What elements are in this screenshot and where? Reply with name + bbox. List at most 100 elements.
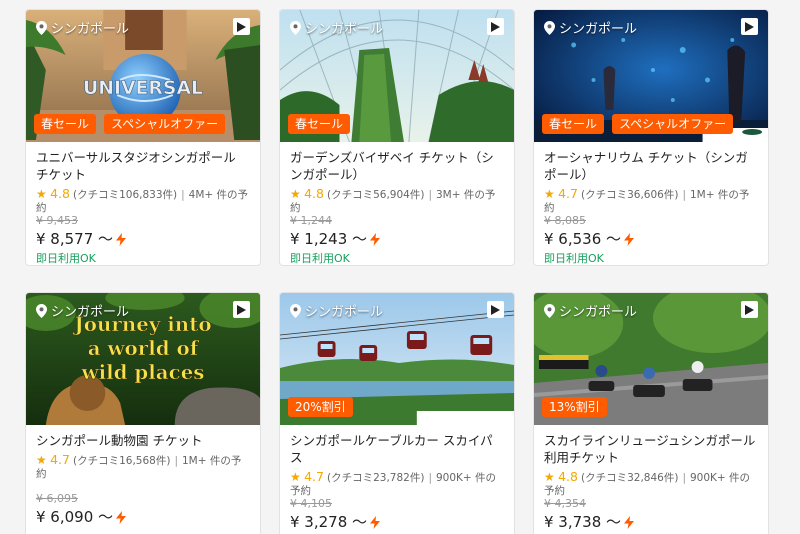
price-row: ¥ 6,536 〜 xyxy=(544,229,758,249)
special-offer-badge: スペシャルオファー xyxy=(612,114,734,134)
card-title[interactable]: オーシャナリウム チケット（シンガポール） xyxy=(544,149,758,183)
play-icon xyxy=(745,304,754,315)
activity-card[interactable]: シンガポール 春セール スペシャルオファー オーシャナリウム チケット（シンガポ… xyxy=(533,9,769,266)
card-image[interactable]: シンガポール 春セール xyxy=(280,10,514,142)
sale-badge: 春セール xyxy=(34,114,97,134)
original-price: ¥ 8,085 xyxy=(544,214,586,227)
location-pin-icon xyxy=(290,303,301,318)
zoo-slogan-line-2: a world of xyxy=(88,336,200,360)
card-image[interactable]: UNIVERSAL シンガポール 春セール スペシャルオファー xyxy=(26,10,260,142)
badge-group: 20%割引 xyxy=(288,397,353,417)
location-pin-icon xyxy=(544,20,555,35)
lightning-icon xyxy=(624,232,635,246)
price-row: ¥ 1,243 〜 xyxy=(290,229,504,249)
video-play-button[interactable] xyxy=(487,18,504,35)
activity-card[interactable]: UNIVERSAL シンガポール 春セール スペシャルオファー ユニバーサルスタ… xyxy=(25,9,261,266)
location-label: シンガポール xyxy=(290,18,383,37)
current-price: ¥ 1,243 〜 xyxy=(290,230,368,248)
location-text: シンガポール xyxy=(51,22,130,37)
sale-badge: 春セール xyxy=(542,114,605,134)
rating-row: ★ 4.7 (クチコミ36,606件) | 1M+ 件の予約 xyxy=(544,187,750,213)
location-text: シンガポール xyxy=(305,22,384,37)
star-icon: ★ xyxy=(36,453,47,467)
special-offer-badge: スペシャルオファー xyxy=(104,114,226,134)
location-text: シンガポール xyxy=(559,305,638,320)
play-icon xyxy=(491,304,500,315)
badge-group: 春セール スペシャルオファー xyxy=(542,114,734,134)
card-title[interactable]: ユニバーサルスタジオシンガポール チケット xyxy=(36,149,250,183)
star-icon: ★ xyxy=(544,470,555,484)
review-count: (クチコミ23,782件) xyxy=(327,472,425,484)
activity-card[interactable]: シンガポール 春セール ガーデンズバイザベイ チケット（シンガポール） ★ 4.… xyxy=(279,9,515,266)
price-row: ¥ 6,090 〜 xyxy=(36,507,250,527)
activity-card[interactable]: Journey into a world of wild places シンガポ… xyxy=(25,292,261,534)
card-image[interactable]: シンガポール 20%割引 xyxy=(280,293,514,425)
lightning-icon xyxy=(116,232,127,246)
location-label: シンガポール xyxy=(36,18,129,37)
sale-badge: 春セール xyxy=(288,114,351,134)
location-label: シンガポール xyxy=(544,301,637,320)
rating-score: 4.7 xyxy=(304,470,324,484)
rating-score: 4.8 xyxy=(304,187,324,201)
rating-score: 4.7 xyxy=(558,187,578,201)
location-label: シンガポール xyxy=(544,18,637,37)
location-pin-icon xyxy=(36,20,47,35)
zoo-slogan-line-3: wild places xyxy=(81,360,205,384)
badge-group: 春セール xyxy=(288,114,351,134)
star-icon: ★ xyxy=(290,470,301,484)
location-label: シンガポール xyxy=(290,301,383,320)
card-title[interactable]: シンガポールケーブルカー スカイパス xyxy=(290,432,504,466)
video-play-button[interactable] xyxy=(487,301,504,318)
current-price: ¥ 3,278 〜 xyxy=(290,513,368,531)
review-count: (クチコミ36,606件) xyxy=(581,189,679,201)
location-pin-icon xyxy=(36,303,47,318)
price-row: ¥ 3,738 〜 xyxy=(544,512,758,532)
location-text: シンガポール xyxy=(559,22,638,37)
rating-row: ★ 4.8 (クチコミ106,833件) | 4M+ 件の予約 xyxy=(36,187,249,213)
rating-row: ★ 4.8 (クチコミ56,904件) | 3M+ 件の予約 xyxy=(290,187,496,213)
card-image[interactable]: シンガポール 春セール スペシャルオファー xyxy=(534,10,768,142)
card-image[interactable]: Journey into a world of wild places シンガポ… xyxy=(26,293,260,425)
activity-card[interactable]: シンガポール 13%割引 スカイラインリュージュシンガポール 利用チケット ★ … xyxy=(533,292,769,534)
star-icon: ★ xyxy=(544,187,555,201)
current-price: ¥ 6,090 〜 xyxy=(36,508,114,526)
lightning-icon xyxy=(370,232,381,246)
current-price: ¥ 6,536 〜 xyxy=(544,230,622,248)
original-price: ¥ 1,244 xyxy=(290,214,332,227)
universal-logo-text: UNIVERSAL xyxy=(83,77,203,99)
rating-score: 4.8 xyxy=(50,187,70,201)
review-count: (クチコミ106,833件) xyxy=(73,189,178,201)
location-pin-icon xyxy=(290,20,301,35)
card-title[interactable]: シンガポール動物園 チケット xyxy=(36,432,250,449)
rating-row: ★ 4.7 (クチコミ16,568件) | 1M+ 件の予約 xyxy=(36,453,242,479)
badge-group: 13%割引 xyxy=(542,397,607,417)
card-image[interactable]: シンガポール 13%割引 xyxy=(534,293,768,425)
current-price: ¥ 8,577 〜 xyxy=(36,230,114,248)
play-icon xyxy=(237,304,246,315)
video-play-button[interactable] xyxy=(233,18,250,35)
card-title[interactable]: スカイラインリュージュシンガポール 利用チケット xyxy=(544,432,758,466)
discount-badge: 13%割引 xyxy=(542,397,607,417)
original-price: ¥ 4,105 xyxy=(290,497,332,510)
play-icon xyxy=(745,21,754,32)
rating-score: 4.7 xyxy=(50,453,70,467)
price-row: ¥ 3,278 〜 xyxy=(290,512,504,532)
star-icon: ★ xyxy=(36,187,47,201)
lightning-icon xyxy=(116,510,127,524)
video-play-button[interactable] xyxy=(741,301,758,318)
availability-text: 即日利用OK xyxy=(36,252,96,265)
availability-text: 即日利用OK xyxy=(544,252,604,265)
price-row: ¥ 8,577 〜 xyxy=(36,229,250,249)
activity-card[interactable]: シンガポール 20%割引 シンガポールケーブルカー スカイパス ★ 4.7 (クチ… xyxy=(279,292,515,534)
current-price: ¥ 3,738 〜 xyxy=(544,513,622,531)
card-title[interactable]: ガーデンズバイザベイ チケット（シンガポール） xyxy=(290,149,504,183)
original-price: ¥ 4,354 xyxy=(544,497,586,510)
video-play-button[interactable] xyxy=(233,301,250,318)
original-price: ¥ 9,453 xyxy=(36,214,78,227)
activity-grid: UNIVERSAL シンガポール 春セール スペシャルオファー ユニバーサルスタ… xyxy=(0,0,800,534)
location-label: シンガポール xyxy=(36,301,129,320)
original-price: ¥ 6,095 xyxy=(36,492,78,505)
location-text: シンガポール xyxy=(51,305,130,320)
rating-row: ★ 4.8 (クチコミ32,846件) | 900K+ 件の予約 xyxy=(544,470,751,496)
video-play-button[interactable] xyxy=(741,18,758,35)
